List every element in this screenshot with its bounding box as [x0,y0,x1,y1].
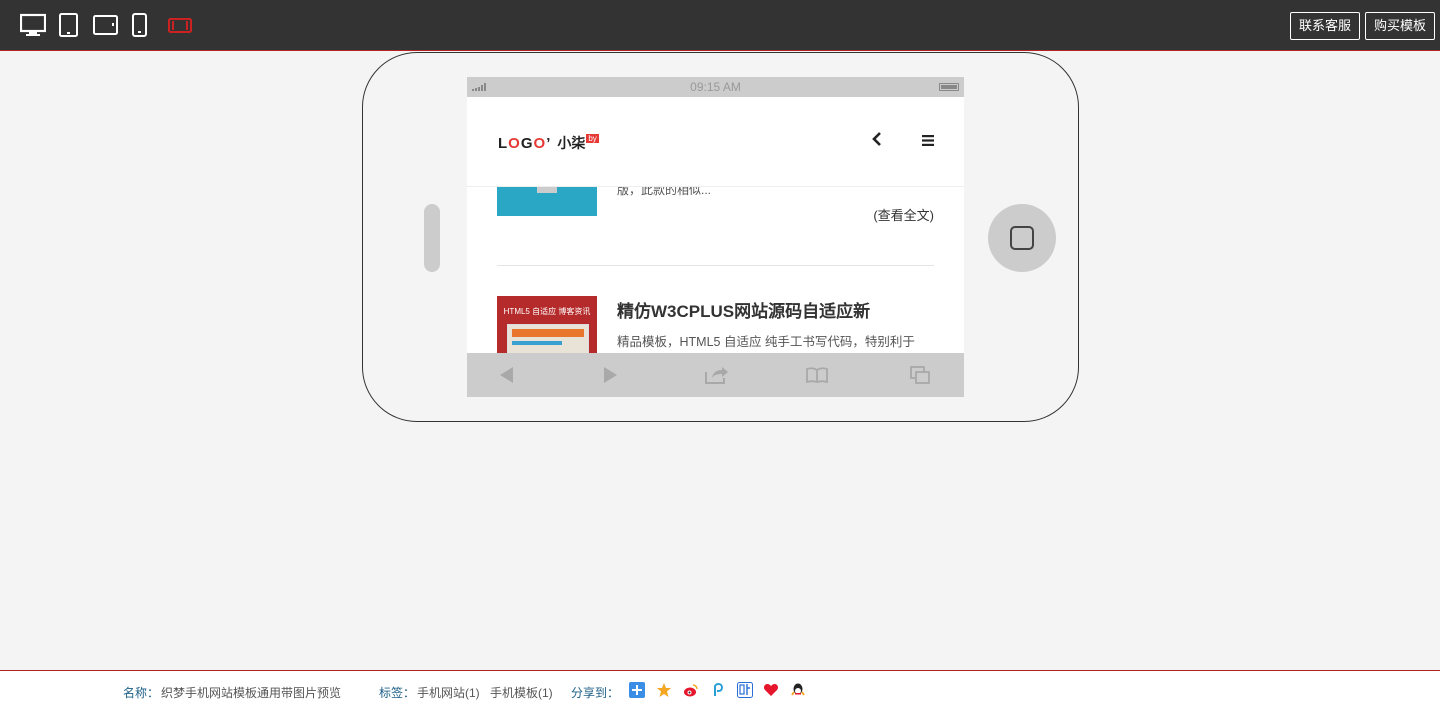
divider [497,265,934,266]
phone-portrait-icon[interactable] [131,0,147,50]
article-title[interactable]: 精仿W3CPLUS网站源码自适应新 [617,297,870,322]
phone-speaker [424,204,440,272]
menu-icon[interactable] [922,133,934,151]
tag-link[interactable]: 手机模板(1) [490,684,553,701]
status-time: 09:15 AM [690,80,741,94]
tieba-icon[interactable] [737,682,753,698]
favorite-star-icon[interactable] [656,682,672,698]
site-logo[interactable]: LOGO’ 小柒 by [498,133,599,153]
tablet-portrait-icon[interactable] [58,0,78,50]
read-more-link[interactable]: (查看全文) [873,205,934,224]
qq-icon[interactable] [790,682,806,698]
logo-badge: by [586,134,599,143]
back-chevron-icon[interactable] [872,131,882,152]
contact-support-button[interactable]: 联系客服 [1290,12,1361,40]
site-header: LOGO’ 小柒 by [467,97,964,187]
share-label: 分享到： [571,686,620,700]
template-name: 织梦手机网站模板通用带图片预览 [161,686,342,700]
heart-icon[interactable] [763,682,779,698]
name-label: 名称： [123,686,160,700]
article-thumbnail[interactable]: HTML5 自适应 博客资讯 [497,296,597,353]
phone-landscape-icon[interactable] [168,0,192,50]
logo-text: LOGO’ [498,135,552,152]
footer-bar: 名称： 织梦手机网站模板通用带图片预览 标签： 手机网站(1) 手机模板(1) … [0,670,1440,711]
tabs-icon[interactable] [910,353,930,397]
share-icon[interactable] [705,353,729,397]
tablet-landscape-icon[interactable] [93,0,118,50]
logo-suffix: 小柒 [557,135,586,151]
tag-link[interactable]: 手机网站(1) [417,684,480,701]
home-button[interactable] [988,204,1056,272]
weibo-icon[interactable] [683,682,699,698]
article-summary: 精品模板，HTML5 自适应 纯手工书写代码，特别利于 [617,335,915,349]
thumbnail-caption: HTML5 自适应 博客资讯 [503,307,591,316]
battery-icon [939,83,959,91]
home-square-icon [1010,226,1034,250]
tags-label: 标签： [379,686,416,700]
top-toolbar: 联系客服 购买模板 [0,0,1440,51]
phone-screen: 09:15 AM 版，此款的相似... (查看全文) HTML5 自适应 博客资… [467,77,964,397]
buy-template-button[interactable]: 购买模板 [1365,12,1436,40]
bookmarks-icon[interactable] [806,353,828,397]
status-bar: 09:15 AM [467,77,964,97]
qzone-plus-icon[interactable] [629,682,645,698]
pengyou-icon[interactable] [710,682,726,698]
browser-toolbar [467,353,964,397]
signal-icon [472,83,486,91]
desktop-icon[interactable] [20,0,46,50]
phone-frame: 09:15 AM 版，此款的相似... (查看全文) HTML5 自适应 博客资… [362,52,1079,422]
back-arrow-icon[interactable] [499,353,515,397]
forward-arrow-icon[interactable] [602,353,618,397]
